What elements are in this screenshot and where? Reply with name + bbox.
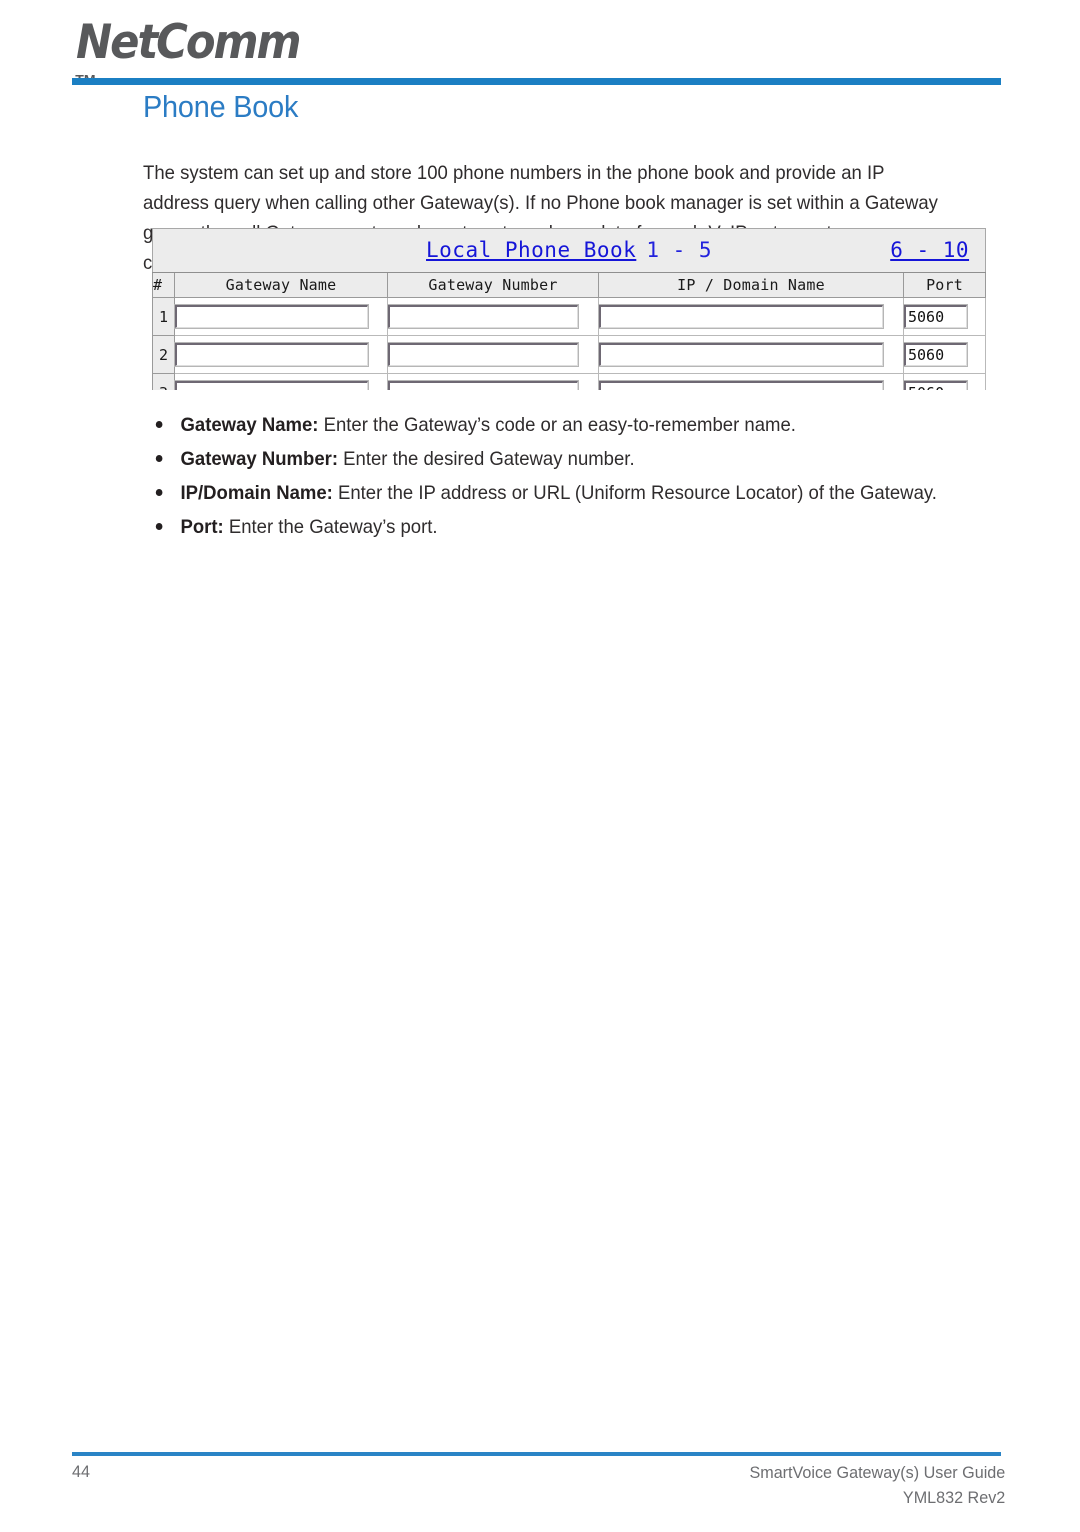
screenshot-titlebar-row: Local Phone Book 1 - 5 6 - 10: [152, 228, 987, 273]
port-cell: 5060: [902, 373, 987, 390]
bullet-icon: [155, 455, 163, 462]
next-range-group: 6 - 10: [890, 238, 969, 262]
list-item: Gateway Number: Enter the desired Gatewa…: [152, 442, 960, 476]
brand-wordmark: NetComm: [76, 15, 302, 70]
gateway-name-input[interactable]: [174, 342, 369, 367]
footer-document-info: SmartVoice Gateway(s) User Guide YML832 …: [736, 1460, 1005, 1510]
column-header-port: Port: [902, 272, 987, 298]
port-input[interactable]: 5060: [903, 342, 968, 367]
list-item: IP/Domain Name: Enter the IP address or …: [152, 476, 960, 510]
ip-domain-name-input[interactable]: [598, 304, 884, 329]
list-item: Gateway Name: Enter the Gateway’s code o…: [152, 408, 960, 442]
current-page-range-label: 1 - 5: [646, 238, 713, 262]
gateway-number-cell: [387, 297, 599, 336]
ip-domain-name-cell: [598, 373, 904, 390]
table-row: 3 5060: [152, 373, 987, 390]
next-page-range-link[interactable]: 6 - 10: [890, 238, 969, 262]
row-index: 2: [152, 335, 175, 374]
local-phone-book-link[interactable]: Local Phone Book: [426, 238, 636, 262]
row-index: 1: [152, 297, 175, 336]
screenshot-titlebar: Local Phone Book 1 - 5 6 - 10: [152, 228, 987, 273]
phone-book-screenshot: Local Phone Book 1 - 5 6 - 10 # Gateway N…: [152, 228, 992, 390]
port-cell: 5060: [902, 297, 987, 336]
gateway-number-input[interactable]: [387, 304, 579, 329]
table-header-row: # Gateway Name Gateway Number IP / Domai…: [152, 272, 987, 298]
bullet-icon: [155, 523, 163, 530]
footer-page-number: 44: [72, 1462, 90, 1481]
phone-book-title-group: Local Phone Book 1 - 5: [153, 238, 985, 262]
gateway-number-input[interactable]: [387, 380, 579, 390]
gateway-number-cell: [387, 335, 599, 374]
row-index: 3: [152, 373, 175, 390]
field-label: IP/Domain Name:: [180, 482, 333, 504]
gateway-name-cell: [174, 297, 388, 336]
footer-doc-reference: YML832 Rev2: [902, 1488, 1005, 1507]
field-label: Port:: [180, 516, 224, 538]
column-header-ip-domain-name: IP / Domain Name: [598, 272, 904, 298]
netcomm-logo: NetCommTM: [75, 14, 336, 87]
list-item: Port: Enter the Gateway’s port.: [152, 510, 960, 544]
gateway-number-cell: [387, 373, 599, 390]
bullet-icon: [155, 489, 163, 496]
port-cell: 5060: [902, 335, 987, 374]
field-label: Gateway Number:: [180, 448, 339, 470]
port-input[interactable]: 5060: [903, 380, 968, 390]
page-title: Phone Book: [143, 89, 299, 124]
gateway-name-cell: [174, 335, 388, 374]
field-description: Enter the IP address or URL (Uniform Res…: [332, 482, 937, 504]
table-row: 2 5060: [152, 335, 987, 374]
column-header-gateway-number: Gateway Number: [387, 272, 599, 298]
gateway-name-input[interactable]: [174, 380, 369, 390]
ip-domain-name-cell: [598, 335, 904, 374]
phone-book-table: Local Phone Book 1 - 5 6 - 10 # Gateway N…: [152, 228, 987, 390]
ip-domain-name-input[interactable]: [598, 380, 884, 390]
header-divider-rule: [72, 78, 1001, 85]
footer-divider-rule: [72, 1452, 1001, 1456]
field-description-list: Gateway Name: Enter the Gateway’s code o…: [152, 408, 1002, 544]
gateway-name-cell: [174, 373, 388, 390]
field-description: Enter the Gateway’s port.: [223, 516, 438, 538]
gateway-number-input[interactable]: [387, 342, 579, 367]
column-header-gateway-name: Gateway Name: [174, 272, 388, 298]
field-label: Gateway Name:: [180, 414, 319, 436]
ip-domain-name-cell: [598, 297, 904, 336]
footer-guide-title: SmartVoice Gateway(s) User Guide: [749, 1463, 1005, 1482]
gateway-name-input[interactable]: [174, 304, 369, 329]
field-description: Enter the Gateway’s code or an easy-to-r…: [318, 414, 796, 436]
bullet-icon: [155, 421, 163, 428]
field-description: Enter the desired Gateway number.: [338, 448, 635, 470]
ip-domain-name-input[interactable]: [598, 342, 884, 367]
table-row: 1 5060: [152, 297, 987, 336]
column-header-index: #: [152, 272, 175, 298]
port-input[interactable]: 5060: [903, 304, 968, 329]
